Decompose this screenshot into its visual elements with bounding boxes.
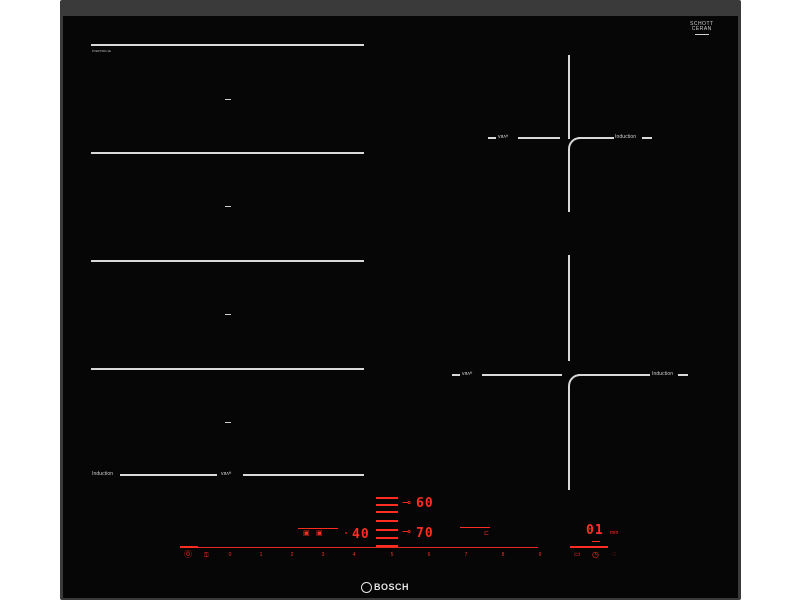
scale-1[interactable]: 1 xyxy=(257,552,265,558)
timer-clock-icon[interactable]: ◔ xyxy=(343,530,348,538)
scale-8[interactable]: 8 xyxy=(499,552,507,558)
right-top-lower-line xyxy=(568,150,570,212)
boost-icon[interactable]: ▭ xyxy=(574,551,581,559)
zone-4-center-mark xyxy=(225,422,231,423)
level-bar-4 xyxy=(376,520,398,522)
timer-unit: min xyxy=(610,530,619,536)
power-scale-line[interactable] xyxy=(198,547,538,548)
scale-5[interactable]: 5 xyxy=(388,552,396,558)
timer-icon[interactable]: ◷ xyxy=(592,551,599,559)
zone-divider-5a xyxy=(120,474,217,476)
child-lock-icon[interactable]: ⚿ xyxy=(204,552,209,560)
zone-divider-4 xyxy=(91,368,364,370)
timer-display: 01 xyxy=(586,523,604,538)
right-top-induction-label: Induction xyxy=(615,134,637,140)
brand-line-2: CERAN xyxy=(691,26,712,32)
bosch-logo-text: BOSCH xyxy=(374,582,410,592)
scale-0[interactable]: 0 xyxy=(226,552,234,558)
cooktop-glass xyxy=(63,16,738,598)
right-bottom-right-tick xyxy=(678,374,688,376)
zone-select-indicator xyxy=(298,528,338,529)
zone-3-center-mark xyxy=(225,314,231,315)
right-bottom-vertical-line xyxy=(568,255,570,361)
scale-right-bar xyxy=(570,546,608,548)
right-top-right-tick xyxy=(642,137,652,139)
right-bottom-wave-label: ᴠᴙᴧᴴ xyxy=(462,371,473,377)
right-top-vertical-line xyxy=(568,55,570,139)
scale-9[interactable]: 9 xyxy=(536,552,544,558)
brand-underline xyxy=(694,34,709,35)
model-number: PXE675DC1E xyxy=(92,49,112,53)
level-bar-5 xyxy=(376,529,398,531)
wipe-protect-icon[interactable]: ◌ xyxy=(612,551,616,559)
right-top-corner xyxy=(568,137,586,155)
timer-underline xyxy=(592,541,600,542)
level-bar-2 xyxy=(376,504,398,506)
right-top-wave-label: ᴠᴙᴧᴴ xyxy=(498,134,509,140)
zone-1-center-mark xyxy=(225,99,231,100)
level-bar-3 xyxy=(376,511,398,513)
zone-divider-3 xyxy=(91,260,364,262)
temp-top-display: 60 xyxy=(416,496,434,511)
level-bar-1 xyxy=(376,497,398,499)
right-bottom-left-line xyxy=(482,374,562,376)
zone-divider-2 xyxy=(91,152,364,154)
level-bar-6 xyxy=(376,537,398,539)
zone-select-icon-2[interactable]: ▣ xyxy=(316,530,323,538)
power-button-icon[interactable]: ⓪ xyxy=(184,551,192,559)
right-bottom-left-tick xyxy=(452,374,460,376)
zone-2-center-mark xyxy=(225,206,231,207)
temp-top-icon[interactable]: ⊸ xyxy=(402,498,411,509)
left-wave-label: ᴠᴙᴧᴴ xyxy=(221,471,232,477)
schott-ceran-badge: SCHOTT CERAN xyxy=(690,22,714,35)
right-top-left-tick xyxy=(488,137,496,139)
temp-bottom-display: 70 xyxy=(416,526,434,541)
zone-divider-1 xyxy=(91,44,364,46)
power-level-display: 40 xyxy=(352,527,370,542)
scale-6[interactable]: 6 xyxy=(425,552,433,558)
scale-2[interactable]: 2 xyxy=(288,552,296,558)
right-bottom-corner xyxy=(568,374,586,392)
scale-4[interactable]: 4 xyxy=(350,552,358,558)
right-bottom-lower-line xyxy=(568,386,570,490)
right-top-left-line xyxy=(518,137,560,139)
temp-bottom-icon[interactable]: ⊸ xyxy=(402,527,411,538)
left-induction-label: Induction xyxy=(92,471,114,477)
scale-left-bar xyxy=(180,546,198,548)
right-bottom-right-line xyxy=(578,374,650,376)
zone-divider-5b xyxy=(243,474,364,476)
zone-select-icon-1[interactable]: ▣ xyxy=(303,530,310,538)
right-bottom-induction-label: Induction xyxy=(652,371,674,377)
scale-3[interactable]: 3 xyxy=(319,552,327,558)
bosch-logo-icon xyxy=(361,582,372,593)
scale-7[interactable]: 7 xyxy=(462,552,470,558)
right-indicator-icon[interactable]: ⊏ xyxy=(484,530,489,538)
right-indicator-line xyxy=(460,527,490,528)
